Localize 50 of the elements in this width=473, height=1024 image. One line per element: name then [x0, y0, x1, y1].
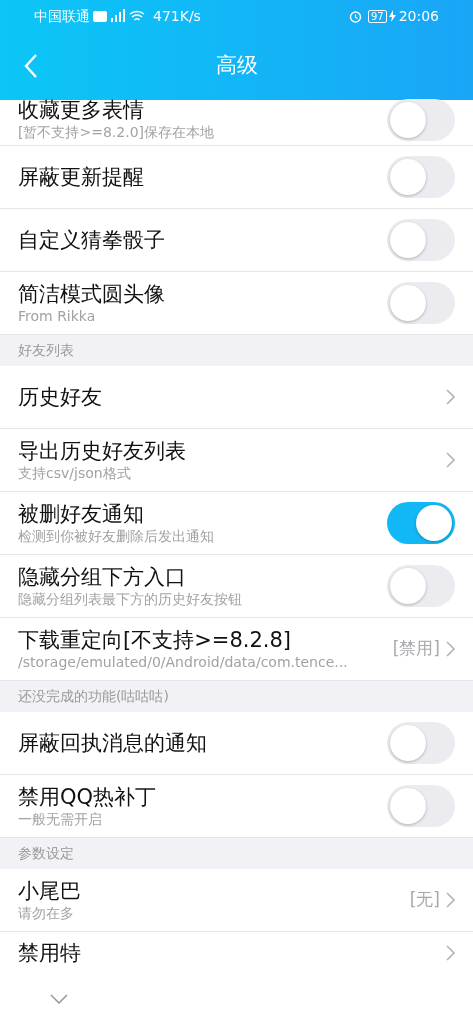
chevron-right-icon [446, 892, 455, 908]
setting-description: 隐藏分组列表最下方的历史好友按钮 [18, 590, 243, 608]
setting-title: 简洁模式圆头像 [18, 281, 166, 307]
setting-value: [禁用] [392, 637, 440, 661]
setting-title: 导出历史好友列表 [18, 438, 187, 464]
setting-description: 检测到你被好友删除后发出通知 [18, 527, 215, 545]
setting-title: 禁用特 [18, 940, 82, 966]
setting-title: 小尾巴 [18, 878, 82, 904]
chevron-right-icon [446, 641, 455, 657]
toggle-switch[interactable] [387, 156, 455, 198]
page-title: 高级 [215, 52, 258, 80]
setting-value: [无] [409, 888, 440, 912]
chevron-right-icon [446, 452, 455, 468]
toggle-switch[interactable] [387, 219, 455, 261]
setting-description: /storage/emulated/0/Android/data/com.tence... [18, 653, 349, 671]
setting-title: 下载重定向[不支持>=8.2.8] [18, 627, 292, 653]
setting-title: 被删好友通知 [18, 501, 145, 527]
toggle-switch[interactable] [387, 785, 455, 827]
back-icon [23, 54, 37, 78]
setting-description: 一般无需开启 [18, 810, 103, 828]
alarm-icon [348, 9, 362, 23]
charging-icon [388, 10, 396, 22]
clock-time: 20:06 [398, 6, 439, 26]
section-header: 参数设定 [18, 844, 74, 863]
signal-icon [93, 9, 145, 23]
toggle-switch[interactable] [387, 502, 455, 544]
chevron-down-icon[interactable] [50, 994, 68, 1004]
toggle-switch[interactable] [387, 282, 455, 324]
setting-title: 隐藏分组下方入口 [18, 564, 187, 590]
toggle-switch[interactable] [387, 99, 455, 141]
toggle-switch[interactable] [387, 722, 455, 764]
setting-description: From Rikka [18, 307, 97, 325]
section-header: 好友列表 [18, 341, 74, 360]
section-header: 还没完成的功能(咕咕咕) [18, 687, 169, 706]
chevron-right-icon [446, 389, 455, 405]
setting-description: 请勿在多 [18, 904, 75, 922]
setting-title: 屏蔽回执消息的通知 [18, 730, 208, 756]
toggle-switch[interactable] [387, 565, 455, 607]
setting-title: 自定义猜拳骰子 [18, 227, 166, 253]
setting-title: 屏蔽更新提醒 [18, 164, 145, 190]
settings-row[interactable]: 收藏更多表情 [暂不支持>=8.2.0]保存在本地 [0, 100, 473, 146]
setting-title: 历史好友 [18, 384, 103, 410]
setting-title: 禁用QQ热补丁 [18, 784, 158, 810]
setting-description: [暂不支持>=8.2.0]保存在本地 [18, 123, 215, 141]
setting-description: 支持csv/json格式 [18, 464, 132, 482]
carrier-name: 中国联通 [34, 6, 90, 26]
setting-title: 收藏更多表情 [18, 97, 145, 123]
network-speed: 471K/s [153, 6, 201, 26]
battery-level: 97 [367, 9, 387, 23]
chevron-right-icon [446, 945, 455, 961]
